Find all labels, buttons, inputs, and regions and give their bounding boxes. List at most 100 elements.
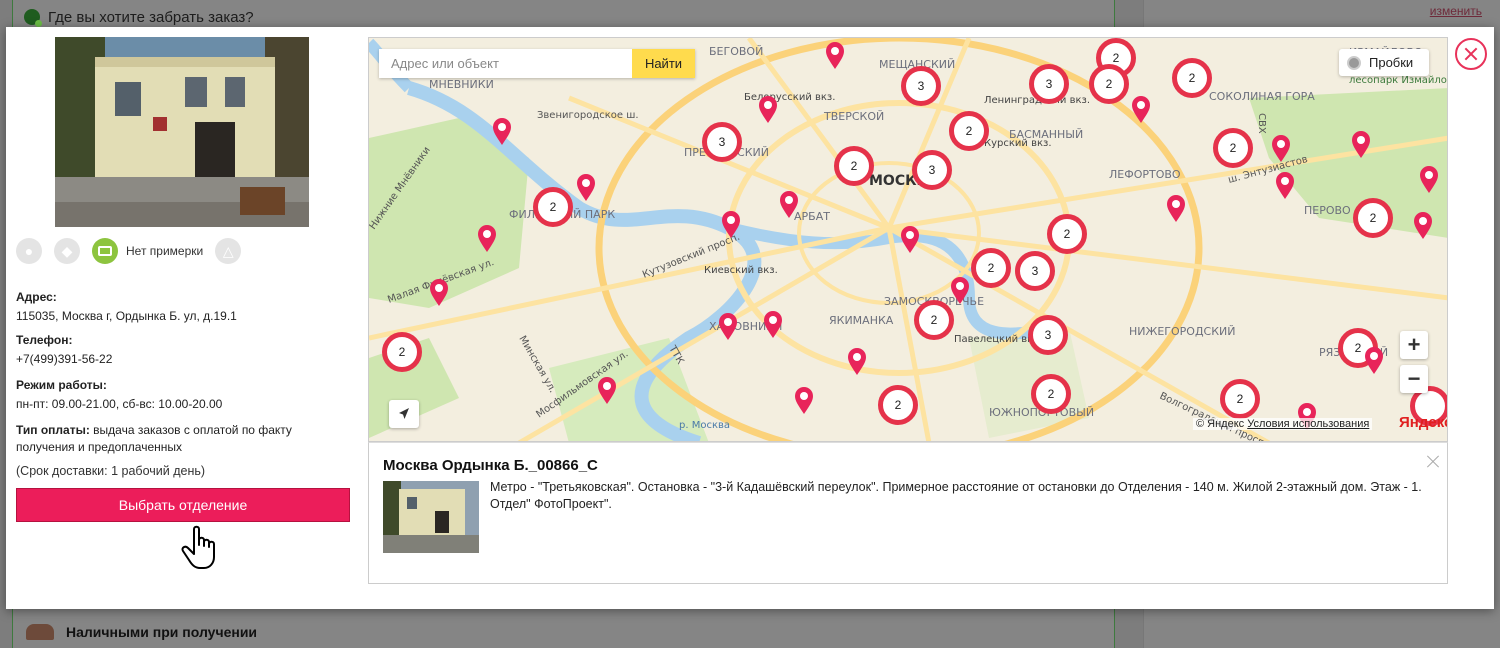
map-pin-icon[interactable] — [825, 42, 845, 70]
map-pin-icon[interactable] — [900, 226, 920, 254]
branch-thumbnail — [383, 481, 479, 553]
map-label: ПЕРОВО — [1304, 204, 1351, 217]
branch-title: Москва Ордынка Б._00866_С — [383, 457, 598, 474]
cash-option-label: Наличными при получении — [66, 624, 258, 640]
map-cluster[interactable]: 3 — [702, 122, 742, 162]
hand-cursor-icon — [181, 525, 215, 569]
map-cluster[interactable]: 2 — [971, 248, 1011, 288]
map-pin-icon[interactable] — [1275, 172, 1295, 200]
pickup-point-photo — [55, 37, 309, 227]
phone-value: +7(499)391-56-22 — [16, 352, 113, 366]
copyright-text: © Яндекс — [1196, 418, 1245, 430]
map-label: Киевский вкз. — [704, 265, 778, 276]
payment-label: Тип оплаты: — [16, 423, 90, 437]
map-label: лесопарк Измайлово — [1349, 75, 1448, 86]
tag-icon: ◆ — [54, 238, 80, 264]
map-cluster[interactable]: 3 — [901, 66, 941, 106]
map-label: ТВЕРСКОЙ — [823, 110, 884, 123]
map-pin-icon[interactable] — [763, 311, 783, 339]
map-pin-icon[interactable] — [779, 191, 799, 219]
map-pin-icon[interactable] — [847, 348, 867, 376]
map-pin-icon[interactable] — [1364, 347, 1384, 375]
phone-block: Телефон: +7(499)391-56-22 — [16, 333, 346, 367]
map-cluster[interactable]: 2 — [1353, 198, 1393, 238]
map-cluster[interactable]: 2 — [914, 300, 954, 340]
map-pin-icon[interactable] — [429, 279, 449, 307]
phone-label: Телефон: — [16, 333, 73, 347]
hours-block: Режим работы: пн-пт: 09.00-21.00, сб-вс:… — [16, 378, 346, 412]
map-search-input[interactable] — [379, 49, 632, 78]
map-pin-icon[interactable] — [576, 174, 596, 202]
map-label: СВХ — [1256, 113, 1267, 134]
map-pin-icon[interactable] — [794, 387, 814, 415]
map-label: АРБАТ — [794, 210, 830, 223]
traffic-light-icon — [1347, 55, 1361, 70]
map-cluster[interactable]: 2 — [1031, 374, 1071, 414]
map-search-button[interactable]: Найти — [632, 49, 695, 78]
zoom-in-button[interactable]: + — [1400, 331, 1428, 359]
map-pin-icon[interactable] — [492, 118, 512, 146]
address-block: Адрес: 115035, Москва г, Ордынка Б. ул, … — [16, 290, 346, 324]
map-cluster[interactable]: 2 — [878, 385, 918, 425]
map-pin-icon[interactable] — [597, 377, 617, 405]
map-label: ЯКИМАНКА — [829, 314, 894, 327]
map-cluster[interactable]: 2 — [949, 111, 989, 151]
cash-option-row[interactable]: Наличными при получении — [26, 624, 257, 640]
address-value: 115035, Москва г, Ордынка Б. ул, д.19.1 — [16, 309, 237, 323]
geolocation-button[interactable] — [389, 400, 419, 428]
no-fitting-label: Нет примерки — [126, 244, 204, 258]
zoom-out-button[interactable]: − — [1400, 365, 1428, 393]
map-cluster[interactable]: 2 — [1213, 128, 1253, 168]
map-copyright: © Яндекс Условия использования — [1193, 418, 1373, 430]
map-pin-icon[interactable] — [1413, 212, 1433, 240]
map-cluster[interactable]: 2 — [1172, 58, 1212, 98]
branch-description: Метро - "Третьяковская". Остановка - "3-… — [490, 480, 1422, 511]
terms-link[interactable]: Условия использования — [1247, 418, 1369, 430]
map-pin-icon[interactable] — [950, 277, 970, 305]
yandex-map[interactable]: БЕГОВОЙ МЕЩАНСКИЙ ИЗМАЙЛОВО МНЕВНИКИ Бел… — [368, 37, 1448, 442]
map-cluster[interactable]: 3 — [1015, 251, 1055, 291]
map-pin-icon[interactable] — [1271, 135, 1291, 163]
map-label: р. Москва — [679, 420, 730, 431]
select-branch-button[interactable]: Выбрать отделение — [16, 488, 350, 522]
map-pin-icon[interactable] — [1351, 131, 1371, 159]
map-pin-icon[interactable] — [477, 225, 497, 253]
walking-person-icon: ● — [16, 238, 42, 264]
map-pin-icon[interactable] — [1419, 166, 1439, 194]
delivery-question: Где вы хотите забрать заказ? — [48, 8, 254, 26]
navigation-arrow-icon — [399, 408, 409, 419]
map-pin-icon[interactable] — [1166, 195, 1186, 223]
payment-block: Тип оплаты: выдача заказов с оплатой по … — [16, 422, 346, 456]
map-cluster[interactable]: 2 — [533, 187, 573, 227]
map-label: Минская ул. — [516, 334, 558, 395]
map-label: Звенигородское ш. — [537, 110, 639, 121]
map-pin-icon[interactable] — [718, 313, 738, 341]
location-pin-icon — [24, 9, 42, 27]
hours-label: Режим работы: — [16, 378, 107, 392]
hours-value: пн-пт: 09.00-21.00, сб-вс: 10.00-20.00 — [16, 397, 223, 411]
map-cluster[interactable]: 2 — [1047, 214, 1087, 254]
delivery-question-row: Где вы хотите забрать заказ? — [24, 6, 1104, 28]
map-pin-icon[interactable] — [1131, 96, 1151, 124]
map-cluster[interactable]: 2 — [834, 146, 874, 186]
branch-thumbnail-image — [383, 481, 479, 553]
map-cluster[interactable]: 2 — [1089, 64, 1129, 104]
modal-close-button[interactable] — [1455, 38, 1487, 70]
map-pin-icon[interactable] — [758, 96, 778, 124]
map-cluster[interactable]: 3 — [1028, 315, 1068, 355]
map-label: НИЖЕГОРОДСКИЙ — [1129, 325, 1236, 338]
map-pin-icon[interactable] — [721, 211, 741, 239]
map-label: ЛЕФОРТОВО — [1109, 168, 1181, 181]
card-payment-icon — [92, 238, 118, 264]
map-cluster[interactable]: 2 — [1220, 379, 1260, 419]
traffic-button[interactable]: Пробки — [1339, 49, 1429, 76]
panel-close-icon[interactable] — [1426, 455, 1440, 469]
hanger-icon: △ — [215, 238, 242, 264]
map-label: СОКОЛИНАЯ ГОРА — [1209, 90, 1315, 103]
change-link[interactable]: изменить — [1430, 4, 1482, 18]
yandex-logo: Яндекс — [1399, 414, 1448, 431]
features-row: ● ◆ Нет примерки △ — [16, 236, 346, 266]
map-cluster[interactable]: 2 — [382, 332, 422, 372]
map-cluster[interactable]: 3 — [1029, 64, 1069, 104]
map-cluster[interactable]: 3 — [912, 150, 952, 190]
